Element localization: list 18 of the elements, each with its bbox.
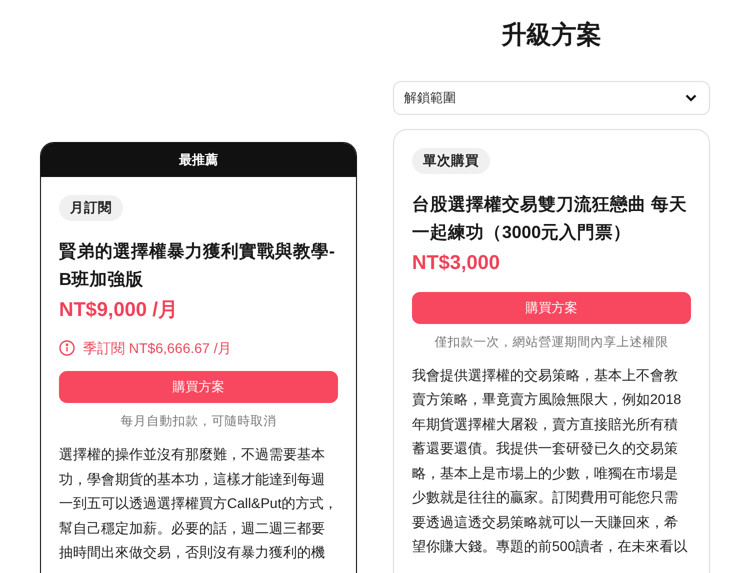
plan-name: 台股選擇權交易雙刀流狂戀曲 每天一起練功（3000元入門票）: [412, 192, 688, 244]
page-title: 升級方案: [500, 20, 602, 51]
info-icon: [59, 340, 75, 356]
plan-type-tag: 單次購買: [412, 148, 490, 174]
purchase-button[interactable]: 購買方案: [412, 292, 691, 324]
billing-note: 每月自動扣款，可隨時取消: [120, 413, 278, 429]
quarterly-price: 季訂閱 NT$6,666.67 /月: [83, 339, 232, 357]
chevron-down-icon: [685, 94, 697, 102]
recommended-banner: 最推薦: [41, 143, 356, 177]
plan-name: 賢弟的選擇權暴力獲利實戰與教學-B班加強版: [59, 240, 336, 291]
billing-note: 僅扣款一次，網站營運期間內享上述權限: [434, 334, 670, 350]
plan-type-tag: 月訂閱: [59, 195, 123, 221]
scope-dropdown[interactable]: 解鎖範圍: [393, 81, 710, 115]
plan-price: NT$9,000 /月: [59, 298, 178, 323]
plan-description: 我會提供選擇權的交易策略，基本上不會教 賣方策略，畢竟賣方風險無限大，例如2018 年期貨選擇權大屠殺，賣方直接賠光所有積 蓄還要還債。我提供一套研發已久的交易策 略，基本上是市場上的少數，唯獨在市場是 少數就是往往的贏家。訂閱費用可能您只需 要透過這透交易策略就可以一天賺回來，希 望你賺大錢。專題的前500讀者，在未來看以: [412, 366, 688, 556]
plan-price: NT$3,000: [412, 250, 500, 276]
purchase-button[interactable]: 購買方案: [59, 371, 338, 403]
plan-description: 選擇權的操作並沒有那麼難，不過需要基本 功，學會期貨的基本功，這樣才能達到每週 一到五可以透過選擇權買方Call&Put的方式， 幫自己穩定加薪。必要的話，週二週三都要 抽時間出來做交易，否則沒有暴力獲利的機: [59, 445, 338, 562]
